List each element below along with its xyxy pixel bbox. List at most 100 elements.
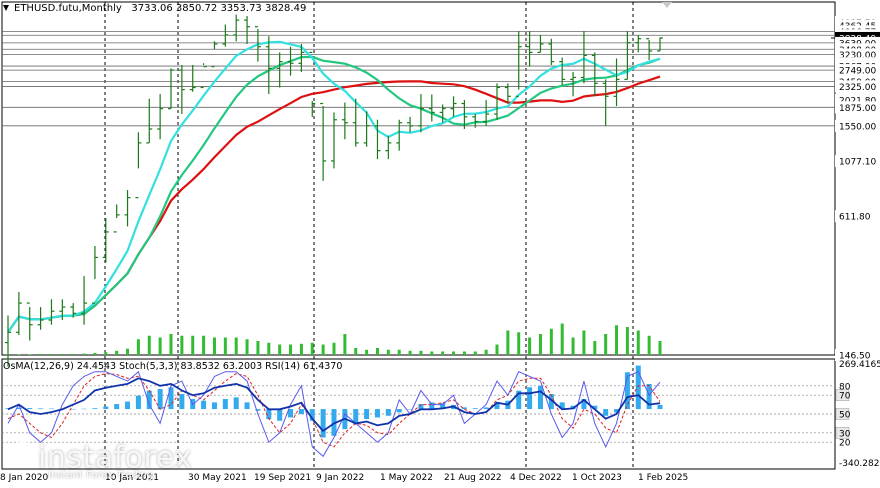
chart-window[interactable]: 4827.704362.454096.773938.003828.493639.… [0,0,880,485]
volume-bar [506,330,510,355]
osma-histogram-bar [657,404,663,410]
osma-histogram-bar [364,409,370,420]
volume-bar [462,351,466,355]
osma-histogram-bar [125,401,131,410]
volume-bar [256,341,260,355]
price-axis-label: 611.80 [839,213,871,223]
volume-bar [517,332,521,355]
price-axis-label: 2749.00 [839,67,876,77]
volume-bar [245,339,249,355]
volume-bar [158,337,162,355]
volume-bar [473,351,477,355]
volume-bar [397,349,401,355]
volume-bar [289,344,293,355]
indicator-title: OsMA(12,26,9) 24.4543 Stoch(5,3,3) 83.85… [3,361,343,372]
time-axis-label: 4 Dec 2022 [510,473,562,483]
volume-bar [528,337,532,355]
indicator-axis-label: 70 [839,392,851,402]
volume-bar [49,353,53,355]
volume-bar [354,348,358,355]
volume-bar [419,350,423,355]
osma-histogram-bar [298,409,304,415]
osma-histogram-bar [81,408,87,410]
watermark: instaforex Instant Forex Trading [8,440,192,481]
volume-bar [299,343,303,355]
volume-bar [430,351,434,355]
volume-bar [223,337,227,355]
triangle-down-icon[interactable] [3,5,9,11]
indicator-axis-label: -340.2828 [839,459,880,469]
volume-bar [278,344,282,355]
ohlc-values: 3733.06 3850.72 3353.73 3828.49 [131,3,307,14]
osma-histogram-bar [211,402,217,410]
volume-bar [321,344,325,355]
volume-bar [39,353,43,355]
volume-bar [604,334,608,355]
symbol-label: ETHUSD.futu,Monthly [14,3,122,14]
time-axis-label: 19 Sep 2021 [254,473,311,483]
volume-bar [267,342,271,355]
osma-histogram-bar [103,406,109,410]
osma-histogram-bar [374,409,380,418]
volume-bar [343,334,347,355]
volume-bar [615,325,619,355]
osma-histogram-bar [179,394,185,410]
time-axis-label: 30 May 2021 [188,473,247,483]
volume-bar [375,348,379,355]
osma-histogram-bar [48,408,54,410]
volume-bar [452,351,456,355]
volume-bar [93,352,97,355]
price-axis-label: 1875.00 [839,104,876,114]
volume-bar [365,349,369,355]
osma-histogram-bar [527,387,533,410]
volume-bar [126,348,130,355]
volume-bar [115,350,119,355]
osma-histogram-bar [38,408,44,410]
volume-bar [28,354,32,355]
volume-bar [647,335,651,355]
price-pane-frame [1,1,836,356]
volume-bar [560,323,564,355]
volume-bar [658,341,662,355]
volume-bar [191,335,195,355]
volume-bar [310,342,314,355]
chart-info-title: ETHUSD.futu,Monthly 3733.06 3850.72 3353… [14,3,306,14]
volume-bar [104,352,108,355]
volume-bar [17,354,21,355]
scroll-shift-icon[interactable] [662,2,672,8]
volume-bar [71,353,75,355]
osma-histogram-bar [396,409,402,413]
volume-bar [636,330,640,355]
time-axis-label: 21 Aug 2022 [444,473,502,483]
osma-histogram-bar [244,402,250,410]
osma-histogram-bar [472,408,478,410]
volume-bar [202,335,206,355]
watermark-logo-icon [8,440,38,478]
volume-bar [234,337,238,355]
osma-histogram-bar [233,397,239,410]
osma-histogram-bar [537,385,543,410]
osma-histogram-bar [157,388,163,410]
volume-bar [136,339,140,355]
volume-bar [484,349,488,355]
price-axis-label: 1077.10 [839,158,876,168]
volume-bar [82,353,86,355]
time-axis-label: 1 Feb 2025 [638,473,688,483]
volume-bar [408,350,412,355]
volume-bar [582,330,586,355]
osma-histogram-bar [320,409,326,438]
volume-bar [625,327,629,355]
volume-bar [593,341,597,355]
osma-histogram-bar [27,408,33,410]
price-axis-label: 1550.00 [839,122,876,132]
time-axis-label: 9 Jan 2022 [316,473,364,483]
osma-histogram-bar [429,402,435,410]
osma-histogram-bar [603,409,609,416]
osma-histogram-bar [385,409,391,416]
price-chart-svg[interactable]: 4827.704362.454096.773938.003828.493639.… [0,0,880,485]
price-axis-label: 2325.00 [839,83,876,93]
volume-bar [60,353,64,355]
volume-bar [571,337,575,355]
osma-histogram-bar [222,399,228,410]
volume-bar [147,335,151,355]
